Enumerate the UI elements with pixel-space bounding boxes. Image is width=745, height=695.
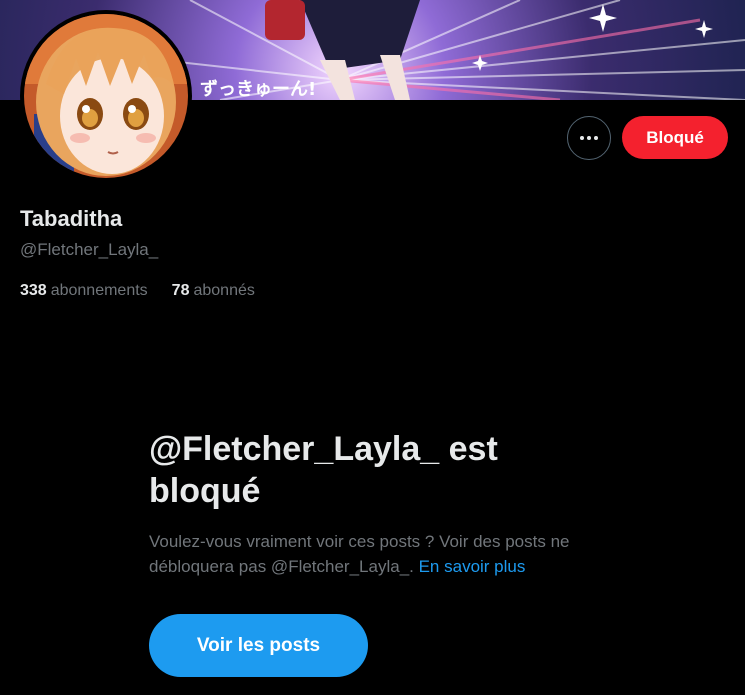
following-link[interactable]: 338 abonnements <box>20 282 148 300</box>
followers-link[interactable]: 78 abonnés <box>172 282 255 300</box>
more-horizontal-icon <box>580 136 584 140</box>
more-options-button[interactable] <box>567 116 611 160</box>
followers-count: 78 <box>171 282 190 299</box>
profile-stats: 338 abonnements 78 abonnés <box>20 282 255 300</box>
more-horizontal-icon-dot <box>594 136 598 140</box>
blocked-notice-title: @Fletcher_Layla_ est bloqué <box>149 430 498 510</box>
followers-label: abonnés <box>193 282 255 299</box>
user-handle: @Fletcher_Layla_ <box>20 240 159 259</box>
avatar[interactable] <box>20 10 192 182</box>
more-horizontal-icon-dot <box>587 136 591 140</box>
blocked-button[interactable]: Bloqué <box>622 116 728 159</box>
following-count: 338 <box>20 282 47 299</box>
banner-text: ずっきゅーん! <box>200 79 316 100</box>
learn-more-link[interactable]: En savoir plus <box>419 557 526 576</box>
display-name: Tabaditha <box>20 206 123 231</box>
avatar-image <box>24 14 188 178</box>
view-posts-button[interactable]: Voir les posts <box>149 614 368 677</box>
blocked-notice-description: Voulez-vous vraiment voir ces posts ? Vo… <box>149 529 609 579</box>
following-label: abonnements <box>50 282 148 299</box>
